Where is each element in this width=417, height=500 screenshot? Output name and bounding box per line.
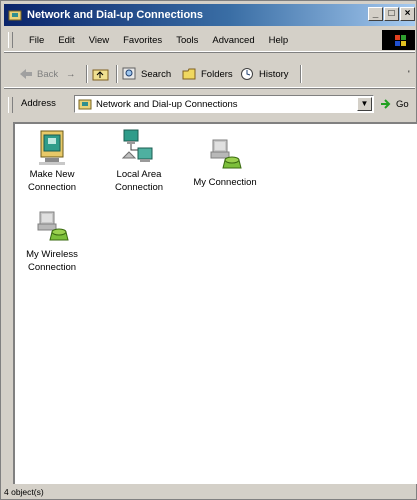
folders-button[interactable]: Folders [182, 65, 233, 83]
back-arrow-icon [20, 69, 32, 79]
item-label-line1: Make New [29, 169, 75, 180]
explorer-window: Network and Dial-up Connections _ □ × Fi… [0, 0, 417, 500]
go-button[interactable]: Go [380, 98, 409, 110]
item-label-line2: Connection [27, 262, 77, 273]
up-folder-icon [92, 69, 109, 81]
go-arrow-icon [381, 99, 391, 109]
item-label-line2: Connection [27, 182, 77, 193]
item-label-line1: My Connection [193, 177, 257, 188]
windows-logo-icon [382, 30, 415, 50]
history-label: History [259, 68, 289, 80]
title-bar[interactable]: Network and Dial-up Connections _ □ × [4, 4, 415, 26]
search-label: Search [141, 68, 172, 80]
history-icon [241, 68, 253, 80]
toolbar-separator [86, 65, 88, 83]
window-title: Network and Dial-up Connections [27, 9, 204, 21]
folders-label: Folders [201, 68, 233, 80]
toolbar-separator [116, 65, 118, 83]
file-view[interactable]: Make New Connection Local Area Connectio… [13, 122, 417, 484]
item-label-line2: Connection [114, 182, 164, 193]
menu-favorites[interactable]: Favorites [122, 35, 163, 46]
minimize-button[interactable]: _ [368, 7, 383, 21]
menu-bar: File Edit View Favorites Tools Advanced … [4, 29, 415, 52]
menu-view[interactable]: View [88, 35, 110, 46]
make-new-connection-item[interactable]: Make New Connection [18, 128, 86, 194]
my-wireless-connection-item[interactable]: My Wireless Connection [18, 210, 86, 274]
search-icon [122, 67, 136, 80]
make-new-connection-icon [39, 130, 65, 165]
standard-toolbar: Back → Search Folders History ' [4, 61, 415, 88]
status-bar: 4 object(s) [4, 487, 415, 499]
address-dropdown-button[interactable]: ▼ [357, 97, 372, 111]
menu-file[interactable]: File [28, 35, 45, 46]
back-button[interactable]: Back [18, 65, 58, 83]
address-value: Network and Dial-up Connections [96, 98, 238, 110]
address-label: Address [21, 98, 56, 109]
forward-label: → [66, 68, 76, 80]
lan-connection-icon [121, 129, 153, 162]
go-label: Go [396, 98, 409, 110]
menu-advanced[interactable]: Advanced [211, 35, 255, 46]
local-area-connection-item[interactable]: Local Area Connection [105, 128, 173, 194]
toolbar-overflow[interactable]: ' [408, 65, 410, 83]
forward-button[interactable]: → [66, 65, 76, 83]
up-button[interactable] [92, 65, 113, 83]
search-button[interactable]: Search [122, 65, 171, 83]
history-button[interactable]: History [240, 65, 289, 83]
maximize-button[interactable]: □ [384, 7, 399, 21]
dialup-connection-icon [210, 139, 242, 169]
menu-tools[interactable]: Tools [175, 35, 199, 46]
close-button[interactable]: × [400, 7, 415, 21]
back-label: Back [37, 68, 59, 80]
menu-help[interactable]: Help [268, 35, 290, 46]
menu-edit[interactable]: Edit [57, 35, 75, 46]
item-label-line1: Local Area [116, 169, 162, 180]
folders-icon [182, 68, 196, 80]
address-grip[interactable] [8, 97, 13, 113]
status-text: 4 object(s) [4, 487, 44, 497]
address-bar: Address Network and Dial-up Connections … [4, 93, 415, 117]
network-folder-icon [78, 99, 92, 109]
dialup-connection-icon [37, 211, 69, 241]
address-field[interactable]: Network and Dial-up Connections ▼ [74, 95, 374, 113]
toolbar-separator [300, 65, 302, 83]
menu-grip[interactable] [8, 32, 13, 48]
my-connection-item[interactable]: My Connection [183, 138, 267, 189]
item-label-line1: My Wireless [26, 249, 78, 260]
network-folder-icon [8, 10, 22, 21]
